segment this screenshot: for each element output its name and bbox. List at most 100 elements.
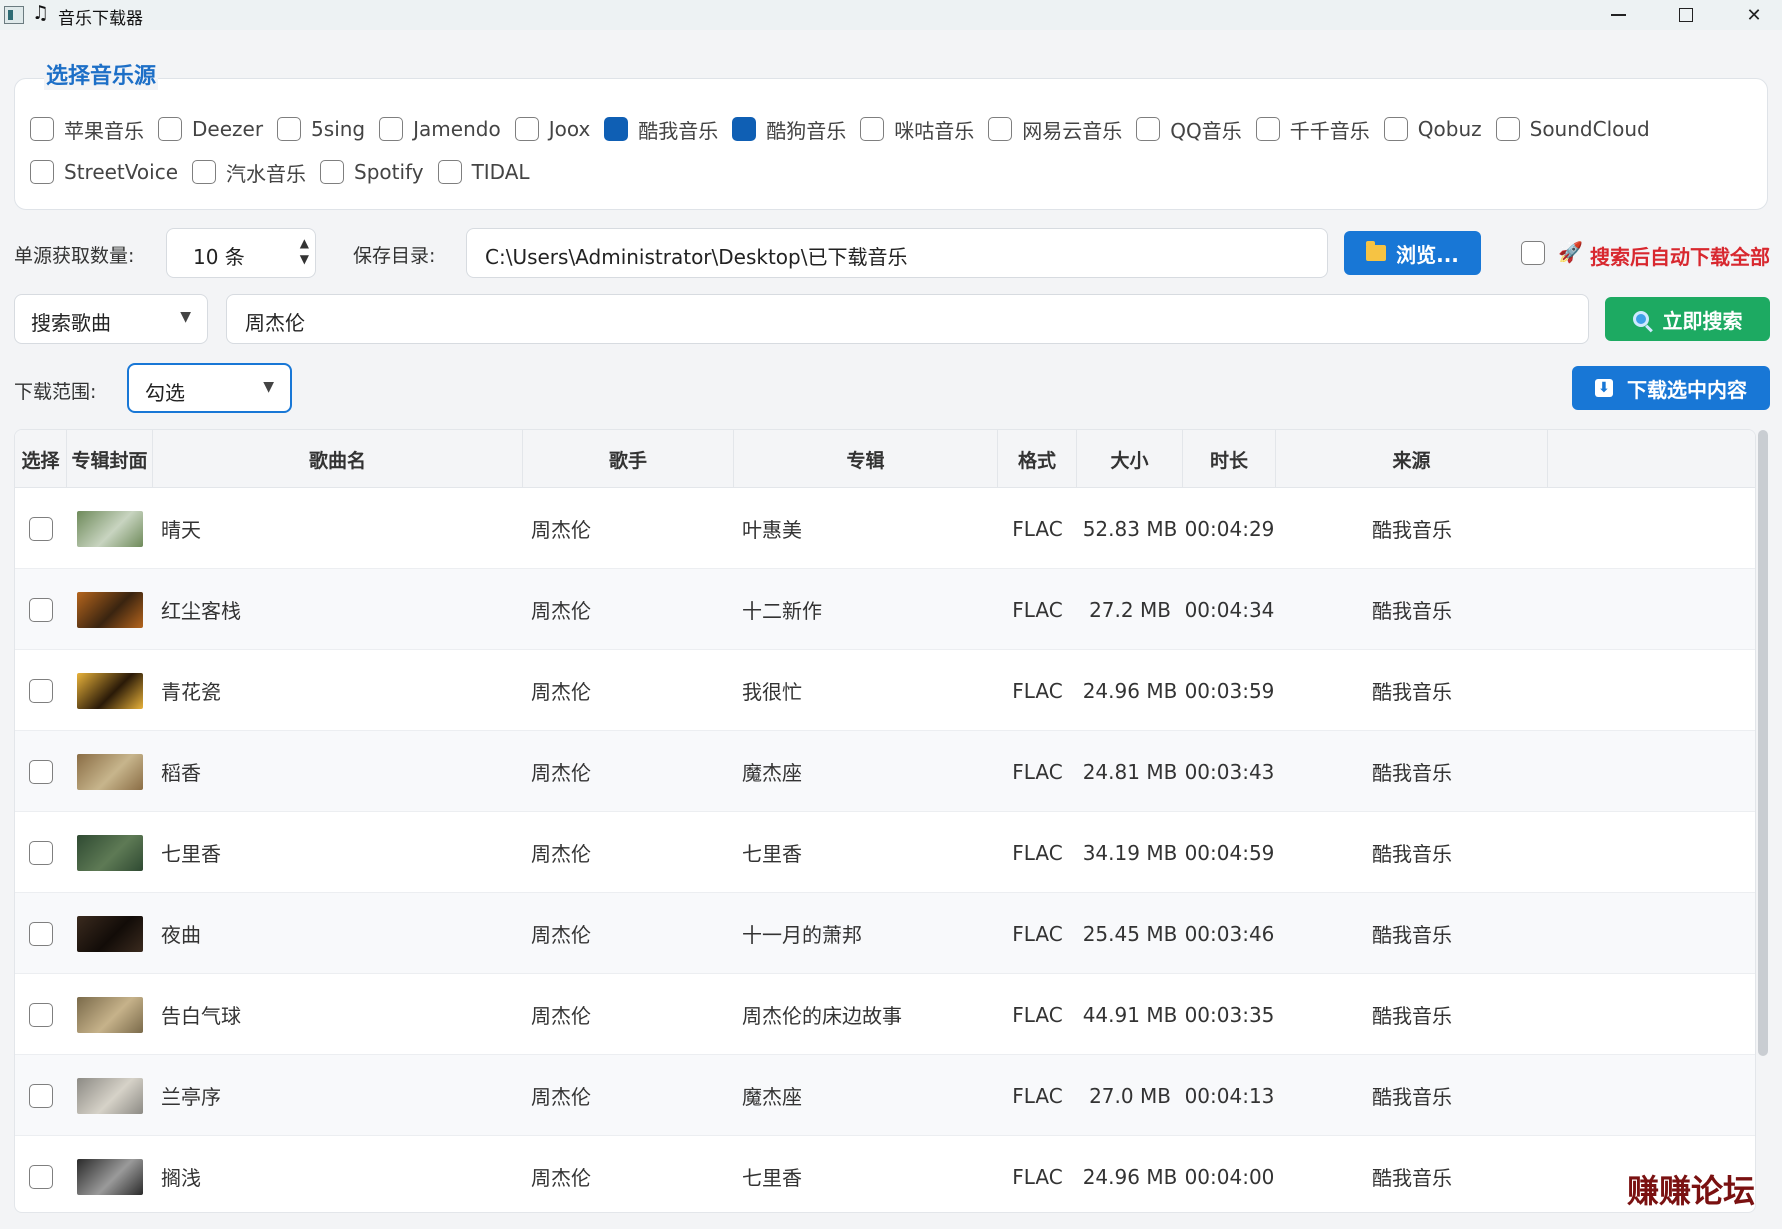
- save-dir-input[interactable]: C:\Users\Administrator\Desktop\已下载音乐: [466, 228, 1328, 278]
- source-label: Joox: [548, 117, 591, 141]
- close-icon: ✕: [1746, 4, 1762, 26]
- source-option[interactable]: QQ音乐: [1136, 114, 1242, 144]
- column-header[interactable]: 专辑封面: [67, 430, 153, 488]
- cell-album: 我很忙: [742, 680, 802, 704]
- cell-duration: 00:03:35: [1184, 1002, 1275, 1027]
- source-option[interactable]: 酷狗音乐: [732, 114, 846, 144]
- source-option[interactable]: Qobuz: [1383, 114, 1482, 144]
- row-checkbox[interactable]: [29, 921, 53, 946]
- column-header[interactable]: 大小: [1077, 430, 1183, 488]
- source-checkbox[interactable]: [320, 160, 344, 184]
- range-select[interactable]: 勾选 ▼: [127, 363, 292, 413]
- browse-button[interactable]: 浏览...: [1344, 231, 1481, 275]
- source-option[interactable]: Joox: [514, 114, 591, 144]
- table-row[interactable]: 告白气球 周杰伦 周杰伦的床边故事 FLAC 44.91 MB 00:03:35 酷我音乐: [15, 974, 1755, 1055]
- row-checkbox[interactable]: [29, 597, 53, 622]
- source-checkbox[interactable]: [1255, 117, 1280, 141]
- column-header[interactable]: 来源: [1276, 430, 1548, 488]
- cell-format: FLAC: [1012, 516, 1063, 541]
- source-checkbox[interactable]: [1136, 117, 1161, 141]
- spin-arrows-icon[interactable]: ▲ ▼: [300, 235, 309, 267]
- table-row[interactable]: 晴天 周杰伦 叶惠美 FLAC 52.83 MB 00:04:29 酷我音乐: [15, 488, 1755, 569]
- cell-album: 魔杰座: [742, 1085, 802, 1109]
- source-option[interactable]: 网易云音乐: [988, 114, 1122, 144]
- search-mode-select[interactable]: 搜索歌曲 ▼: [14, 294, 208, 344]
- cell-source: 酷我音乐: [1372, 1085, 1452, 1109]
- source-option[interactable]: 苹果音乐: [30, 114, 144, 144]
- source-option[interactable]: 5sing: [277, 114, 365, 144]
- table-row[interactable]: 红尘客栈 周杰伦 十二新作 FLAC 27.2 MB 00:04:34 酷我音乐: [15, 569, 1755, 650]
- cell-duration: 00:04:59: [1184, 840, 1275, 865]
- cell-album: 七里香: [742, 842, 802, 866]
- column-header[interactable]: 歌曲名: [153, 430, 523, 488]
- source-option[interactable]: Jamendo: [379, 114, 501, 144]
- source-option[interactable]: SoundCloud: [1495, 114, 1650, 144]
- source-option[interactable]: StreetVoice: [30, 157, 178, 187]
- column-header[interactable]: 歌手: [523, 430, 734, 488]
- row-checkbox[interactable]: [29, 1002, 53, 1027]
- source-option[interactable]: 酷我音乐: [604, 114, 718, 144]
- source-checkbox[interactable]: [988, 117, 1013, 141]
- close-button[interactable]: ✕: [1720, 0, 1782, 30]
- count-spinbox[interactable]: 10 条 ▲ ▼: [166, 228, 316, 278]
- source-checkbox[interactable]: [30, 117, 54, 141]
- table-scrollbar[interactable]: [1758, 430, 1768, 1056]
- source-option[interactable]: TIDAL: [437, 157, 530, 187]
- source-checkbox[interactable]: [1383, 117, 1408, 141]
- source-checkbox[interactable]: [277, 117, 302, 141]
- source-label: Spotify: [354, 160, 424, 184]
- source-option[interactable]: 咪咕音乐: [860, 114, 974, 144]
- source-option[interactable]: Spotify: [320, 157, 424, 187]
- source-option[interactable]: 汽水音乐: [192, 157, 306, 187]
- column-header[interactable]: 专辑: [734, 430, 998, 488]
- column-header[interactable]: 时长: [1183, 430, 1276, 488]
- download-selected-button[interactable]: ⬇ 下载选中内容: [1572, 366, 1770, 410]
- source-checkbox[interactable]: [192, 160, 216, 184]
- source-checkbox[interactable]: [1495, 117, 1520, 141]
- row-checkbox[interactable]: [29, 840, 53, 865]
- cell-album: 周杰伦的床边故事: [742, 1004, 902, 1028]
- source-checkbox[interactable]: [860, 117, 885, 141]
- table-row[interactable]: 青花瓷 周杰伦 我很忙 FLAC 24.96 MB 00:03:59 酷我音乐: [15, 650, 1755, 731]
- row-checkbox[interactable]: [29, 1164, 53, 1189]
- search-button[interactable]: 立即搜索: [1605, 297, 1770, 341]
- source-label: 网易云音乐: [1022, 118, 1123, 143]
- table-row[interactable]: 搁浅 周杰伦 七里香 FLAC 24.96 MB 00:04:00 酷我音乐: [15, 1136, 1755, 1212]
- source-checkbox[interactable]: [514, 117, 539, 141]
- row-checkbox[interactable]: [29, 678, 53, 703]
- table-row[interactable]: 夜曲 周杰伦 十一月的萧邦 FLAC 25.45 MB 00:03:46 酷我音乐: [15, 893, 1755, 974]
- cell-size: 52.83 MB: [1082, 516, 1178, 541]
- album-cover-image: [77, 915, 143, 952]
- search-input[interactable]: 周杰伦: [226, 294, 1589, 344]
- row-checkbox[interactable]: [29, 516, 53, 541]
- app-window-icon: [4, 6, 24, 24]
- table-row[interactable]: 兰亭序 周杰伦 魔杰座 FLAC 27.0 MB 00:04:13 酷我音乐: [15, 1055, 1755, 1136]
- minimize-button[interactable]: [1584, 0, 1652, 30]
- cell-artist: 周杰伦: [531, 923, 591, 947]
- source-checkbox[interactable]: [30, 160, 54, 184]
- row-checkbox[interactable]: [29, 759, 53, 784]
- table-row[interactable]: 稻香 周杰伦 魔杰座 FLAC 24.81 MB 00:03:43 酷我音乐: [15, 731, 1755, 812]
- source-checkbox[interactable]: [379, 117, 404, 141]
- cell-size: 24.96 MB: [1082, 1164, 1178, 1189]
- cell-format: FLAC: [1012, 1002, 1063, 1027]
- cell-format: FLAC: [1012, 1083, 1063, 1108]
- select-cell: [15, 1055, 67, 1136]
- source-option[interactable]: Deezer: [158, 114, 263, 144]
- column-header[interactable]: 格式: [998, 430, 1077, 488]
- source-checkbox[interactable]: [158, 117, 182, 141]
- source-option[interactable]: 千千音乐: [1255, 114, 1370, 144]
- column-header[interactable]: 选择: [15, 430, 67, 488]
- maximize-button[interactable]: [1652, 0, 1720, 30]
- source-checkbox[interactable]: [437, 160, 462, 184]
- source-checkbox[interactable]: [604, 117, 629, 141]
- cell-source: 酷我音乐: [1372, 761, 1452, 785]
- row-checkbox[interactable]: [29, 1083, 53, 1108]
- auto-download-checkbox[interactable]: [1521, 241, 1545, 265]
- table-row[interactable]: 七里香 周杰伦 七里香 FLAC 34.19 MB 00:04:59 酷我音乐: [15, 812, 1755, 893]
- source-checkbox[interactable]: [732, 117, 757, 141]
- source-group-title: 选择音乐源: [44, 58, 159, 90]
- source-group: [14, 78, 1768, 210]
- source-label: 酷我音乐: [638, 118, 719, 143]
- download-selected-label: 下载选中内容: [1627, 377, 1747, 402]
